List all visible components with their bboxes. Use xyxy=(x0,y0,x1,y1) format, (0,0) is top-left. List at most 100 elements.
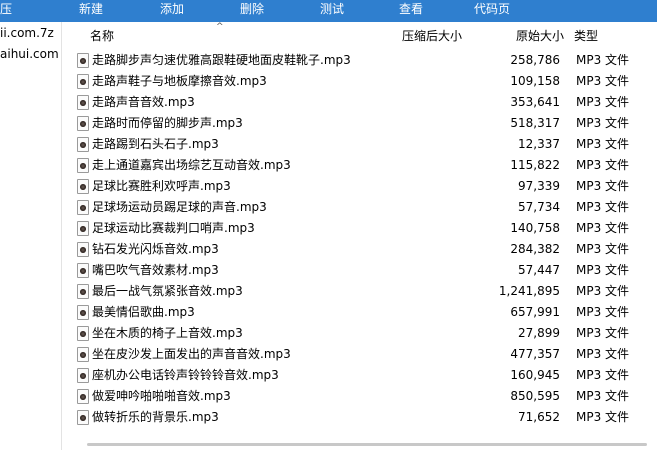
table-row[interactable]: 做爱呻吟啪啪啪音效.mp3 850,595 MP3 文件 xyxy=(62,386,657,407)
file-original-size: 518,317 xyxy=(510,116,560,130)
mp3-file-icon xyxy=(77,221,89,236)
toolbar-new-button[interactable]: 新建 xyxy=(79,0,103,22)
mp3-file-icon xyxy=(77,305,89,320)
mp3-file-icon xyxy=(77,368,89,383)
file-original-size: 97,339 xyxy=(518,179,560,193)
file-original-size: 57,734 xyxy=(518,200,560,214)
file-type: MP3 文件 xyxy=(576,74,630,88)
table-row[interactable]: 最后一战气氛紧张音效.mp3 1,241,895 MP3 文件 xyxy=(62,281,657,302)
file-original-size: 160,945 xyxy=(510,368,560,382)
file-type: MP3 文件 xyxy=(576,284,630,298)
archive-item-7z[interactable]: ii.com.7z xyxy=(0,24,54,42)
file-original-size: 57,447 xyxy=(518,263,560,277)
file-type: MP3 文件 xyxy=(576,200,630,214)
file-type: MP3 文件 xyxy=(576,95,630,109)
file-type: MP3 文件 xyxy=(576,242,630,256)
file-name: 走路脚步声匀速优雅高跟鞋硬地面皮鞋靴子.mp3 xyxy=(92,53,351,67)
file-type: MP3 文件 xyxy=(576,305,630,319)
file-name: 走路踢到石头石子.mp3 xyxy=(92,137,219,151)
toolbar-view-button[interactable]: 查看 xyxy=(399,0,423,22)
file-name: 走路声音音效.mp3 xyxy=(92,95,195,109)
toolbar-delete-button[interactable]: 删除 xyxy=(240,0,264,22)
file-name: 足球场运动员踢足球的声音.mp3 xyxy=(92,200,267,214)
sort-ascending-icon: ^ xyxy=(216,22,224,32)
file-original-size: 477,357 xyxy=(510,347,560,361)
file-name: 走上通道嘉宾出场综艺互动音效.mp3 xyxy=(92,158,291,172)
file-name: 走路时而停留的脚步声.mp3 xyxy=(92,116,243,130)
table-row[interactable]: 坐在皮沙发上面发出的声音音效.mp3 477,357 MP3 文件 xyxy=(62,344,657,365)
mp3-file-icon xyxy=(77,263,89,278)
toolbar-extract-button[interactable]: 压 xyxy=(0,0,12,22)
column-header-packed-size[interactable]: 压缩后大小 xyxy=(402,22,462,50)
column-header-original-size[interactable]: 原始大小 xyxy=(516,22,564,50)
table-row[interactable]: 走上通道嘉宾出场综艺互动音效.mp3 115,822 MP3 文件 xyxy=(62,155,657,176)
file-original-size: 109,158 xyxy=(510,74,560,88)
file-name: 嘴巴吹气音效素材.mp3 xyxy=(92,263,219,277)
file-type: MP3 文件 xyxy=(576,410,630,424)
mp3-file-icon xyxy=(77,137,89,152)
table-row[interactable]: 坐在木质的椅子上音效.mp3 27,899 MP3 文件 xyxy=(62,323,657,344)
file-name: 最后一战气氛紧张音效.mp3 xyxy=(92,284,243,298)
table-row[interactable]: 走路脚步声匀速优雅高跟鞋硬地面皮鞋靴子.mp3 258,786 MP3 文件 xyxy=(62,50,657,71)
file-name: 坐在皮沙发上面发出的声音音效.mp3 xyxy=(92,347,291,361)
file-type: MP3 文件 xyxy=(576,368,630,382)
file-original-size: 1,241,895 xyxy=(498,284,560,298)
mp3-file-icon xyxy=(77,53,89,68)
file-name: 钻石发光闪烁音效.mp3 xyxy=(92,242,219,256)
file-type: MP3 文件 xyxy=(576,53,630,67)
table-row[interactable]: 足球运动比赛裁判口哨声.mp3 140,758 MP3 文件 xyxy=(62,218,657,239)
file-type: MP3 文件 xyxy=(576,116,630,130)
table-row[interactable]: 走路声音音效.mp3 353,641 MP3 文件 xyxy=(62,92,657,113)
file-original-size: 27,899 xyxy=(518,326,560,340)
toolbar-codepage-button[interactable]: 代码页 xyxy=(474,0,510,22)
file-type: MP3 文件 xyxy=(576,326,630,340)
column-header-name[interactable]: 名称 xyxy=(90,22,114,50)
table-row[interactable]: 足球比赛胜利欢呼声.mp3 97,339 MP3 文件 xyxy=(62,176,657,197)
column-header-type[interactable]: 类型 xyxy=(574,22,598,50)
file-type: MP3 文件 xyxy=(576,158,630,172)
file-name: 走路声鞋子与地板摩擦音效.mp3 xyxy=(92,74,267,88)
mp3-file-icon xyxy=(77,116,89,131)
file-type: MP3 文件 xyxy=(576,263,630,277)
table-row[interactable]: 嘴巴吹气音效素材.mp3 57,447 MP3 文件 xyxy=(62,260,657,281)
table-row[interactable]: 做转折乐的背景乐.mp3 71,652 MP3 文件 xyxy=(62,407,657,428)
file-original-size: 284,382 xyxy=(510,242,560,256)
mp3-file-icon xyxy=(77,74,89,89)
file-type: MP3 文件 xyxy=(576,347,630,361)
toolbar: 压 新建 添加 删除 测试 查看 代码页 xyxy=(0,0,657,22)
file-original-size: 71,652 xyxy=(518,410,560,424)
table-row[interactable]: 最美情侣歌曲.mp3 657,991 MP3 文件 xyxy=(62,302,657,323)
mp3-file-icon xyxy=(77,95,89,110)
toolbar-test-button[interactable]: 测试 xyxy=(320,0,344,22)
file-name: 座机办公电话铃声铃铃铃音效.mp3 xyxy=(92,368,279,382)
mp3-file-icon xyxy=(77,200,89,215)
table-row[interactable]: 走路声鞋子与地板摩擦音效.mp3 109,158 MP3 文件 xyxy=(62,71,657,92)
file-original-size: 12,337 xyxy=(518,137,560,151)
file-type: MP3 文件 xyxy=(576,221,630,235)
table-row[interactable]: 走路时而停留的脚步声.mp3 518,317 MP3 文件 xyxy=(62,113,657,134)
file-name: 足球运动比赛裁判口哨声.mp3 xyxy=(92,221,255,235)
mp3-file-icon xyxy=(77,284,89,299)
archive-tree-pane: ii.com.7z aihui.com xyxy=(0,22,62,450)
archive-item-site[interactable]: aihui.com xyxy=(0,45,59,63)
table-row[interactable]: 钻石发光闪烁音效.mp3 284,382 MP3 文件 xyxy=(62,239,657,260)
file-original-size: 657,991 xyxy=(510,305,560,319)
file-list-header: ^ 名称 压缩后大小 原始大小 类型 xyxy=(62,22,657,50)
file-original-size: 353,641 xyxy=(510,95,560,109)
mp3-file-icon xyxy=(77,410,89,425)
table-row[interactable]: 走路踢到石头石子.mp3 12,337 MP3 文件 xyxy=(62,134,657,155)
table-row[interactable]: 足球场运动员踢足球的声音.mp3 57,734 MP3 文件 xyxy=(62,197,657,218)
mp3-file-icon xyxy=(77,389,89,404)
mp3-file-icon xyxy=(77,326,89,341)
file-name: 坐在木质的椅子上音效.mp3 xyxy=(92,326,243,340)
table-row[interactable]: 座机办公电话铃声铃铃铃音效.mp3 160,945 MP3 文件 xyxy=(62,365,657,386)
mp3-file-icon xyxy=(77,347,89,362)
file-name: 做转折乐的背景乐.mp3 xyxy=(92,410,219,424)
scrollbar-thumb[interactable] xyxy=(87,443,647,446)
toolbar-add-button[interactable]: 添加 xyxy=(160,0,184,22)
file-original-size: 258,786 xyxy=(510,53,560,67)
file-name: 足球比赛胜利欢呼声.mp3 xyxy=(92,179,231,193)
file-original-size: 140,758 xyxy=(510,221,560,235)
horizontal-scrollbar[interactable] xyxy=(62,436,657,450)
mp3-file-icon xyxy=(77,179,89,194)
